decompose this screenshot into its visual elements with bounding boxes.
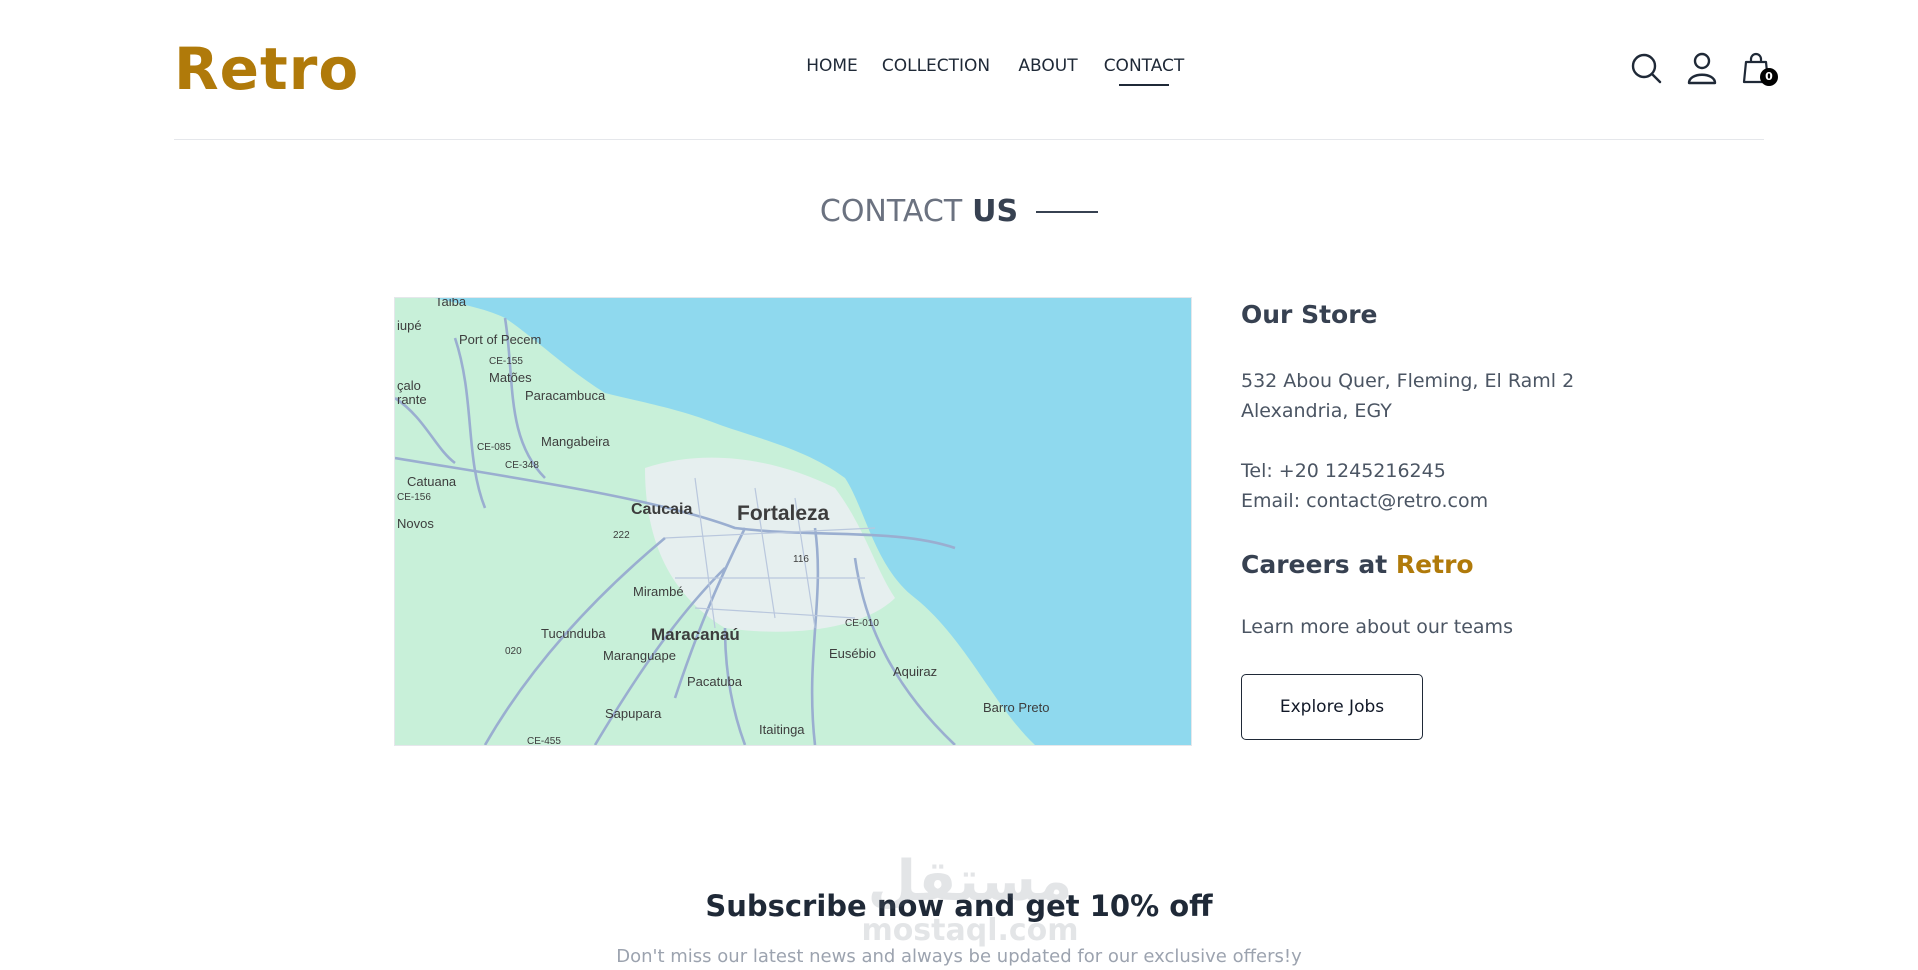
- map-label: rante: [397, 392, 427, 407]
- map-label: Mangabeira: [541, 434, 610, 449]
- cart-count-badge: 0: [1760, 68, 1778, 86]
- map-label: Maracanaú: [651, 625, 740, 644]
- map-label: Port of Pecem: [459, 332, 541, 347]
- store-heading: Our Store: [1241, 300, 1378, 329]
- map-label: Matões: [489, 370, 532, 385]
- careers-text: Learn more about our teams: [1241, 616, 1513, 638]
- store-address-line2: Alexandria, EGY: [1241, 400, 1392, 422]
- store-tel: Tel: +20 1245216245: [1241, 460, 1446, 482]
- map-label: Tucunduba: [541, 626, 606, 641]
- map-label: Taiba: [435, 298, 467, 309]
- watermark-latin: mostaql.com: [861, 913, 1078, 948]
- title-rule: [1036, 211, 1099, 213]
- map-label: 116: [793, 554, 809, 565]
- nav-home[interactable]: HOME: [804, 54, 860, 78]
- explore-jobs-button[interactable]: Explore Jobs: [1241, 674, 1423, 740]
- map-label: çalo: [397, 378, 421, 393]
- page-title: CONTACT US: [0, 190, 1918, 234]
- nav-collection[interactable]: COLLECTION: [880, 54, 992, 78]
- user-icon[interactable]: [1684, 50, 1720, 86]
- nav-about[interactable]: ABOUT: [1016, 54, 1080, 78]
- watermark-arabic: مستقل: [868, 849, 1073, 914]
- map-label: 020: [505, 646, 522, 657]
- map-label: Paracambuca: [525, 388, 606, 403]
- nav-contact[interactable]: CONTACT: [1102, 54, 1186, 86]
- shopping-bag-icon[interactable]: 0: [1738, 50, 1778, 86]
- store-address-line1: 532 Abou Quer, Fleming, El Raml 2: [1241, 370, 1575, 392]
- mostaql-watermark: مستقل mostaql.com: [850, 840, 1090, 950]
- map-label: Itaitinga: [759, 722, 805, 737]
- search-icon[interactable]: [1628, 50, 1664, 86]
- map-label: CE-156: [397, 492, 431, 503]
- map-label: Catuana: [407, 474, 457, 489]
- map-label: Sapupara: [605, 706, 662, 721]
- careers-heading-brand: Retro: [1395, 550, 1474, 579]
- map-label: Novos: [397, 516, 434, 531]
- header-divider: [174, 139, 1764, 140]
- map-label: Aquiraz: [893, 664, 937, 679]
- store-email: Email: contact@retro.com: [1241, 490, 1489, 512]
- map-label: CE-155: [489, 356, 523, 367]
- map-label: Pacatuba: [687, 674, 743, 689]
- map-label: Eusébio: [829, 646, 876, 661]
- page-title-light: CONTACT: [819, 194, 963, 229]
- map-label: iupé: [397, 318, 422, 333]
- map-label: CE-455: [527, 736, 561, 745]
- map-label: Maranguape: [603, 648, 676, 663]
- map-label: Caucaia: [631, 501, 692, 518]
- map-label: CE-085: [477, 442, 511, 453]
- map-label: Barro Preto: [983, 700, 1049, 715]
- map-label: Mirambé: [633, 584, 684, 599]
- site-header: Retro HOME COLLECTION ABOUT CONTACT 0: [0, 0, 1918, 140]
- careers-heading-prefix: Careers at: [1241, 550, 1388, 579]
- map-label: CE-010: [845, 618, 879, 629]
- map-label: 222: [613, 530, 630, 541]
- page-title-strong: US: [972, 194, 1019, 229]
- careers-heading: Careers at Retro: [1241, 550, 1474, 579]
- store-map[interactable]: Taiba iupé Port of Pecem CE-155 Matões P…: [394, 297, 1192, 746]
- map-label: Fortaleza: [737, 502, 830, 525]
- map-label: CE-348: [505, 460, 539, 471]
